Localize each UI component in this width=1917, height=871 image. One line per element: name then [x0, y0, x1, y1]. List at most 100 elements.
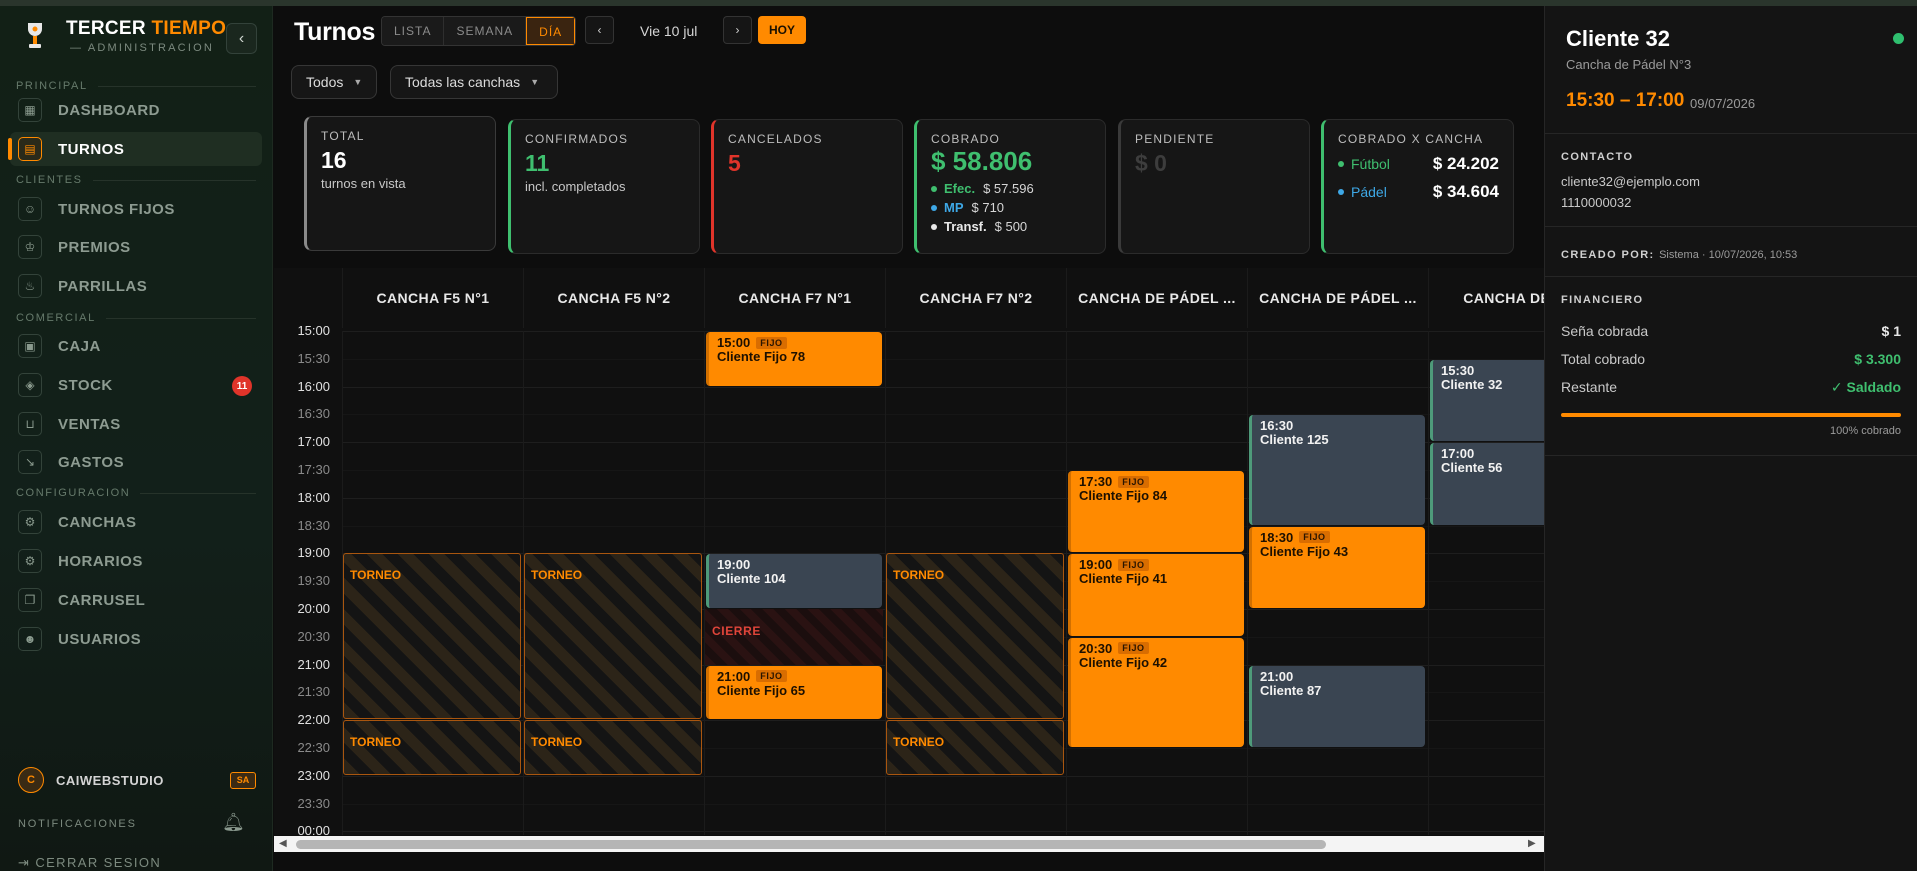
- brand-title: TERCER TIEMPO: [66, 18, 227, 39]
- bell-icon[interactable]: 🔔︎: [222, 812, 245, 833]
- flame-icon: ♨: [18, 274, 42, 298]
- sidebar-item-usuarios[interactable]: ☻ USUARIOS: [10, 622, 262, 656]
- time-label: 17:00: [297, 434, 330, 450]
- status-dot: [1893, 33, 1904, 44]
- sidebar-item-caja[interactable]: ▣ CAJA: [10, 329, 262, 363]
- event-client-name: Cliente 125: [1260, 432, 1329, 448]
- created-heading: CREADO POR: Sistema · 10/07/2026, 10:53: [1561, 249, 1798, 261]
- next-day-button[interactable]: ›: [723, 16, 752, 44]
- scroll-left-icon[interactable]: ◀: [279, 838, 287, 849]
- booking-event[interactable]: 18:30 FIJO Cliente Fijo 43: [1249, 526, 1425, 608]
- court-header: CANCHA DE PÁDEL ...: [1247, 268, 1428, 328]
- time-label: 23:30: [297, 795, 330, 811]
- contact-email[interactable]: cliente32@ejemplo.com: [1561, 174, 1700, 189]
- tournament-block[interactable]: TORNEO: [343, 720, 521, 775]
- event-time: 17:30: [1079, 474, 1113, 489]
- tournament-block[interactable]: TORNEO: [886, 553, 1064, 720]
- section-clientes: CLIENTES: [16, 174, 256, 186]
- settings-icon: ⚙: [18, 510, 42, 534]
- time-label: 21:30: [297, 684, 330, 700]
- user-profile[interactable]: C CAIWEBSTUDIO SA: [18, 766, 256, 794]
- closure-block: CIERRE: [705, 609, 883, 665]
- tournament-block[interactable]: TORNEO: [886, 720, 1064, 775]
- booking-event[interactable]: 15:30 Cliente 32: [1430, 359, 1544, 442]
- stat-card-cobrado-por-cancha: COBRADO X CANCHA Fútbol $ 24.202 Pádel $ 3…: [1321, 119, 1514, 254]
- time-label: 15:30: [297, 350, 330, 366]
- horizontal-scrollbar[interactable]: ◀ ▶: [274, 836, 1544, 852]
- time-label: 22:30: [297, 740, 330, 755]
- tab-semana[interactable]: SEMANA: [444, 17, 527, 45]
- detail-date: 09/07/2026: [1690, 96, 1756, 111]
- time-label: 22:00: [297, 712, 330, 728]
- event-time: 19:00: [1079, 557, 1113, 573]
- chevron-down-icon: ▼: [353, 77, 363, 87]
- sidebar-item-parrillas[interactable]: ♨ PARRILLAS: [10, 269, 262, 303]
- event-time: 21:00: [1260, 668, 1294, 684]
- sidebar-item-carrusel[interactable]: ❐ CARRUSEL: [10, 583, 262, 617]
- sidebar: TERCER TIEMPO — ADMINISTRACION ‹ PRINCIP…: [0, 6, 273, 871]
- collapse-sidebar-button[interactable]: ‹: [226, 23, 257, 54]
- trophy-icon: ♔: [18, 235, 42, 259]
- sidebar-item-gastos[interactable]: ↘ GASTOS: [10, 445, 262, 479]
- event-client-name: Cliente Fijo 43: [1260, 543, 1349, 559]
- logout-icon: ⇥: [18, 855, 31, 870]
- tab-lista[interactable]: LISTA: [382, 17, 445, 45]
- sidebar-item-turnos[interactable]: ▤ TURNOS: [8, 132, 262, 166]
- court-header: CANCHA F5 N°1: [342, 268, 523, 328]
- sidebar-item-premios[interactable]: ♔ PREMIOS: [10, 230, 262, 264]
- time-label: 00:00: [297, 823, 330, 835]
- today-button[interactable]: HOY: [758, 16, 806, 44]
- sidebar-item-ventas[interactable]: ⊔ VENTAS: [10, 407, 262, 441]
- court-filter-select[interactable]: Todas las canchas ▼: [390, 65, 558, 99]
- scroll-right-icon[interactable]: ▶: [1528, 838, 1536, 849]
- notifications-label: NOTIFICACIONES: [18, 818, 137, 830]
- fijo-tag: FIJO: [1299, 531, 1330, 544]
- stock-badge: 11: [232, 376, 252, 396]
- booking-event[interactable]: 17:30 FIJO Cliente Fijo 84: [1068, 471, 1244, 553]
- time-label: 18:00: [297, 489, 330, 505]
- detail-title: Cliente 32: [1566, 26, 1670, 51]
- booking-event[interactable]: 15:00 FIJO Cliente Fijo 78: [706, 332, 882, 386]
- sidebar-item-dashboard[interactable]: ▦ DASHBOARD: [10, 93, 262, 127]
- day-calendar[interactable]: CANCHA F5 N°1 CANCHA F5 N°2 CANCHA F7 N°1 C…: [274, 268, 1544, 835]
- booking-event[interactable]: 17:00 Cliente 56: [1430, 443, 1544, 525]
- calendar-grid[interactable]: TORNEO TORNEO TORNEO TORNEO TORNEO TORNEO CIER…: [342, 331, 1544, 835]
- booking-event[interactable]: 19:00 FIJO Cliente Fijo 41: [1068, 554, 1244, 636]
- tab-dia[interactable]: DÍA: [526, 17, 576, 45]
- sidebar-item-canchas[interactable]: ⚙ CANCHAS: [10, 505, 262, 539]
- status-filter-select[interactable]: Todos ▼: [291, 65, 377, 99]
- prev-day-button[interactable]: ‹: [585, 16, 614, 44]
- app: TERCER TIEMPO — ADMINISTRACION ‹ PRINCIP…: [0, 0, 1917, 871]
- cobrado-futbol: Fútbol $ 24.202: [1338, 154, 1499, 174]
- event-time: 17:00: [1441, 446, 1475, 462]
- booking-event[interactable]: 21:00 Cliente 87: [1249, 665, 1425, 747]
- tournament-block[interactable]: TORNEO: [343, 553, 521, 720]
- sidebar-item-horarios[interactable]: ⚙ HORARIOS: [10, 544, 262, 578]
- contact-phone[interactable]: 1110000032: [1561, 195, 1631, 210]
- booking-event[interactable]: 19:00 Cliente 104: [706, 554, 882, 608]
- booking-event[interactable]: 20:30 FIJO Cliente Fijo 42: [1068, 637, 1244, 747]
- user-gear-icon: ☻: [18, 627, 42, 651]
- chevron-down-icon: ▼: [530, 77, 540, 87]
- calendar-icon: ▤: [18, 137, 42, 161]
- sidebar-item-turnos-fijos[interactable]: ☺ TURNOS FIJOS: [10, 192, 262, 226]
- scrollbar-thumb[interactable]: [296, 840, 1326, 849]
- fijo-tag: FIJO: [1118, 642, 1149, 655]
- trend-down-icon: ↘: [18, 450, 42, 474]
- tournament-block[interactable]: TORNEO: [524, 720, 702, 775]
- cobrado-padel: Pádel $ 34.604: [1338, 182, 1499, 202]
- booking-event[interactable]: 21:00 FIJO Cliente Fijo 65: [706, 665, 882, 720]
- payment-transferencia: Transf. $ 500: [931, 219, 1091, 234]
- event-time: 19:00: [717, 557, 751, 573]
- stat-card-confirmados: CONFIRMADOS 11 incl. completados: [508, 119, 700, 254]
- event-time: 16:30: [1260, 418, 1294, 434]
- booking-event[interactable]: 16:30 Cliente 125: [1249, 415, 1425, 525]
- tournament-block[interactable]: TORNEO: [524, 553, 702, 720]
- restante-row: Restante ✓ Saldado: [1561, 379, 1901, 395]
- event-time: 21:00: [717, 668, 751, 684]
- logout-button[interactable]: ⇥ CERRAR SESION: [18, 855, 161, 871]
- time-label: 19:30: [297, 573, 330, 589]
- detail-time: 15:30 – 17:00: [1566, 90, 1685, 111]
- sidebar-item-stock[interactable]: ◈ STOCK 11: [10, 368, 262, 402]
- fijo-tag: FIJO: [756, 670, 787, 683]
